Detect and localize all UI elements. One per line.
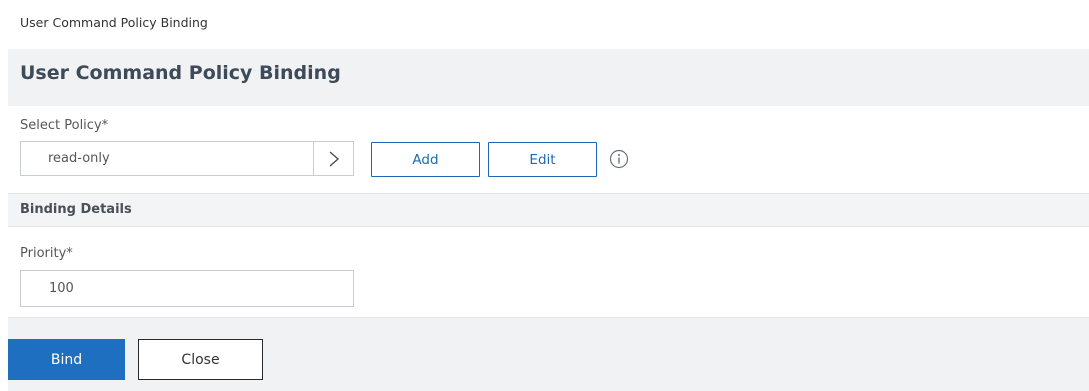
select-policy-label: Select Policy* (20, 118, 109, 133)
breadcrumb: User Command Policy Binding (20, 15, 208, 30)
edit-button[interactable]: Edit (488, 142, 597, 177)
select-policy-value: read-only (48, 151, 110, 166)
chevron-right-icon (329, 150, 339, 167)
binding-details-section: Binding Details (8, 193, 1089, 227)
close-button[interactable]: Close (138, 339, 263, 380)
bind-button[interactable]: Bind (8, 339, 125, 380)
user-command-policy-binding-dialog: User Command Policy Binding User Command… (0, 0, 1089, 391)
info-icon[interactable] (609, 149, 629, 169)
select-policy-field[interactable]: read-only (20, 141, 354, 176)
add-button[interactable]: Add (371, 142, 480, 177)
page-title: User Command Policy Binding (20, 62, 341, 84)
binding-details-title: Binding Details (20, 202, 132, 217)
title-bar: User Command Policy Binding (8, 49, 1089, 106)
priority-input[interactable] (20, 270, 354, 307)
select-policy-chevron-button[interactable] (313, 142, 353, 175)
priority-label: Priority* (20, 246, 73, 261)
